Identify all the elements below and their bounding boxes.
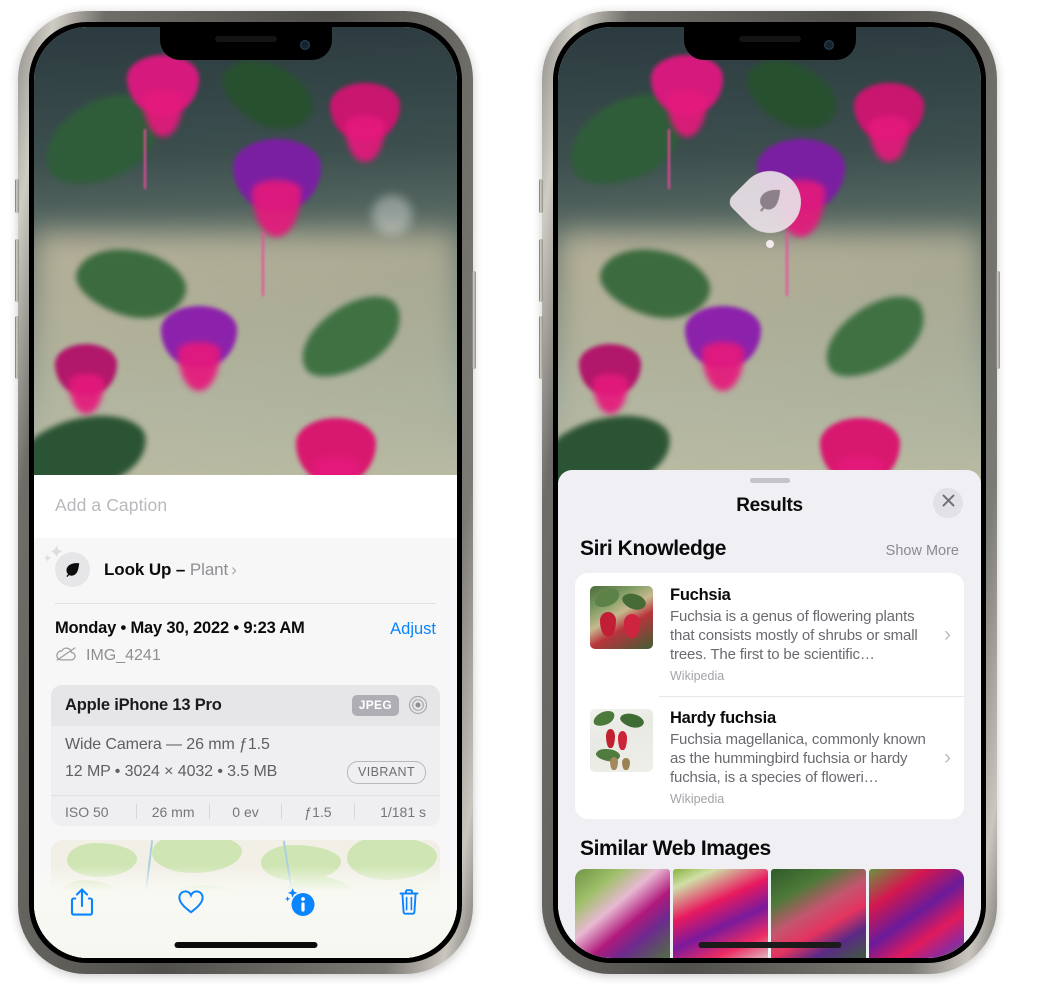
earpiece-speaker (214, 36, 277, 42)
close-button[interactable] (933, 488, 963, 518)
result-source: Wikipedia (670, 792, 725, 806)
share-button[interactable] (60, 882, 104, 922)
results-sheet: Results Siri Knowledge Show More Fuchsia… (558, 470, 981, 958)
chevron-right-icon: › (944, 745, 951, 769)
result-description: Fuchsia magellanica, commonly known as t… (670, 731, 926, 786)
info-button[interactable] (278, 882, 322, 922)
camera-device-name: Apple iPhone 13 Pro (65, 695, 222, 714)
camera-specs-line: 12 MP • 3024 × 4032 • 3.5 MB (65, 763, 278, 781)
list-item[interactable]: Hardy fuchsia Fuchsia magellanica, commo… (575, 696, 964, 819)
sparkle-small-icon: ✦ (43, 553, 53, 565)
aperture-icon (408, 695, 428, 715)
result-description: Fuchsia is a genus of flowering plants t… (670, 608, 918, 663)
section-title: Siri Knowledge (580, 537, 727, 560)
volume-down-button[interactable] (539, 316, 543, 379)
front-camera-icon (299, 40, 310, 50)
chevron-right-icon: › (231, 559, 237, 579)
power-button[interactable] (472, 271, 476, 369)
iphone-left-screen: Add a Caption ✦ ✦ Look Up – Plant › Mond… (34, 27, 457, 958)
screenshot-canvas: Add a Caption ✦ ✦ Look Up – Plant › Mond… (0, 0, 1055, 985)
iphone-right-frame: Results Siri Knowledge Show More Fuchsia… (539, 11, 1000, 974)
status-badge: JPEG (351, 694, 399, 716)
exif-focal: 26 mm (151, 803, 195, 820)
delete-button[interactable] (387, 882, 431, 922)
web-image-1[interactable] (575, 869, 670, 958)
photo-info-panel: Add a Caption ✦ ✦ Look Up – Plant › Mond… (34, 475, 457, 958)
result-thumbnail (590, 586, 653, 649)
list-item[interactable]: Fuchsia Fuchsia is a genus of flowering … (575, 573, 964, 696)
notch (683, 27, 856, 60)
chevron-right-icon: › (944, 622, 951, 646)
page-title: Results (736, 495, 803, 516)
leaf-icon (755, 185, 785, 220)
show-more-button[interactable]: Show More (886, 543, 959, 559)
camera-info-card[interactable]: Apple iPhone 13 Pro JPEG Wide Camera — 2… (51, 684, 440, 827)
caption-input[interactable]: Add a Caption (34, 475, 457, 538)
camera-lens-line: Wide Camera — 26 mm ƒ1.5 (65, 735, 270, 753)
favorite-button[interactable] (169, 882, 213, 922)
look-up-row[interactable]: ✦ ✦ Look Up – Plant › (34, 538, 457, 603)
front-camera-icon (823, 40, 834, 50)
iphone-right-screen: Results Siri Knowledge Show More Fuchsia… (558, 27, 981, 958)
iphone-right-bezel: Results Siri Knowledge Show More Fuchsia… (553, 22, 986, 963)
home-indicator[interactable] (174, 942, 317, 948)
exif-aperture: ƒ1.5 (304, 803, 332, 820)
result-title: Fuchsia (670, 586, 731, 604)
camera-header: Apple iPhone 13 Pro JPEG (51, 684, 440, 726)
volume-up-button[interactable] (15, 239, 19, 302)
close-icon (941, 493, 956, 513)
exif-iso: ISO 50 (65, 803, 109, 820)
exif-ev: 0 ev (232, 803, 259, 820)
photo-date: Monday • May 30, 2022 • 9:23 AM (55, 618, 305, 637)
look-up-label: Look Up – Plant › (104, 560, 237, 580)
photographic-style-badge: VIBRANT (347, 760, 426, 784)
photo-filename: IMG_4241 (86, 647, 161, 665)
notch (159, 27, 332, 60)
result-title: Hardy fuchsia (670, 709, 776, 727)
silent-switch[interactable] (15, 179, 19, 213)
volume-down-button[interactable] (15, 316, 19, 379)
camera-body: Wide Camera — 26 mm ƒ1.5 12 MP • 3024 × … (51, 726, 440, 795)
icloud-slash-icon (55, 646, 77, 667)
silent-switch[interactable] (539, 179, 543, 213)
section-title: Similar Web Images (580, 837, 771, 860)
web-image-4[interactable] (869, 869, 964, 958)
iphone-left-bezel: Add a Caption ✦ ✦ Look Up – Plant › Mond… (29, 22, 462, 963)
filename-row: IMG_4241 (55, 646, 390, 667)
date-block: Monday • May 30, 2022 • 9:23 AM IMG_4241 (34, 604, 457, 671)
result-source: Wikipedia (670, 669, 725, 683)
exif-row: ISO 50 26 mm 0 ev ƒ1.5 1/181 s (51, 794, 440, 826)
exif-shutter: 1/181 s (380, 803, 427, 820)
result-thumbnail (590, 709, 653, 772)
earpiece-speaker (738, 36, 801, 42)
visual-lookup-badge[interactable] (725, 158, 814, 248)
siri-knowledge-card: Fuchsia Fuchsia is a genus of flowering … (575, 573, 964, 819)
home-indicator[interactable] (698, 942, 841, 948)
leaf-icon: ✦ ✦ (43, 543, 90, 587)
look-up-title: Look Up – (104, 559, 190, 579)
adjust-button[interactable]: Adjust (390, 619, 436, 639)
similar-web-images-header: Similar Web Images (558, 819, 981, 867)
siri-knowledge-header: Siri Knowledge Show More (558, 529, 981, 569)
volume-up-button[interactable] (539, 239, 543, 302)
iphone-left-frame: Add a Caption ✦ ✦ Look Up – Plant › Mond… (15, 11, 476, 974)
results-header: Results (558, 483, 981, 529)
look-up-subject: Plant (189, 559, 229, 579)
power-button[interactable] (996, 271, 1000, 369)
